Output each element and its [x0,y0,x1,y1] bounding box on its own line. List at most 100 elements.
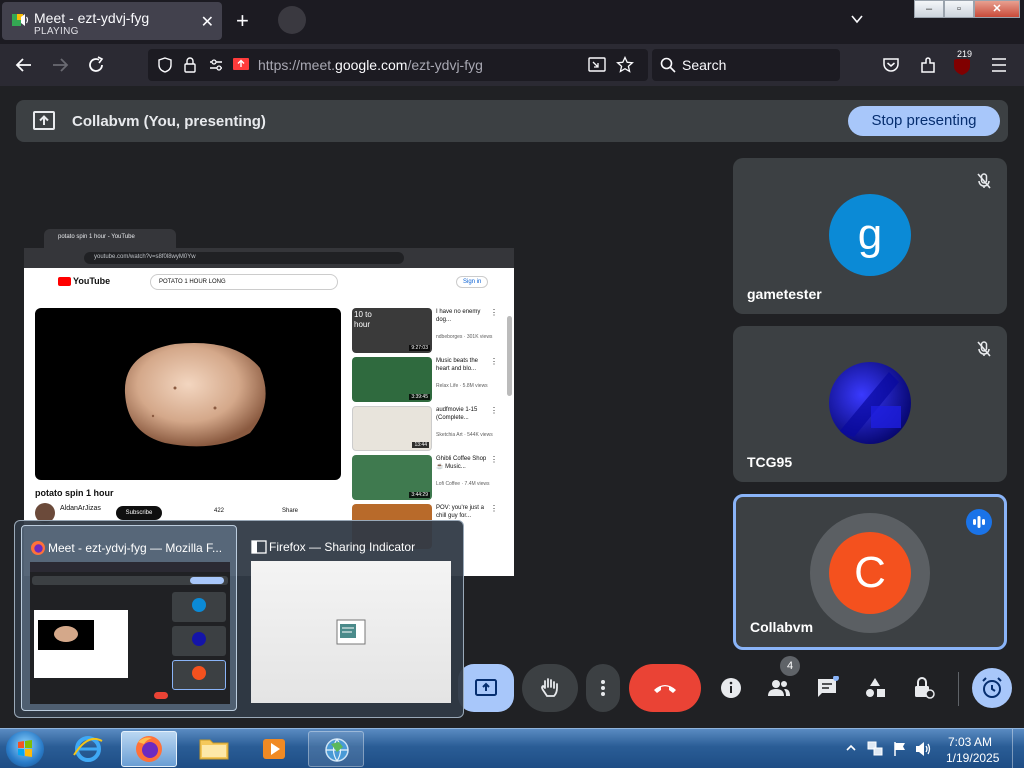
shared-url: youtube.com/watch?v=s8f0l8wyM0Yw [84,252,404,264]
action-center-flag-icon[interactable] [892,740,908,758]
recommendation-item: 3:39:45 Music beats the heart and blo...… [352,357,502,403]
clock-time[interactable]: 7:03 AM [948,735,992,749]
avatar: g [829,194,911,276]
permissions-icon[interactable] [208,57,226,73]
start-button[interactable] [6,731,44,767]
screen-share-icon[interactable] [232,57,250,73]
stop-presenting-button[interactable]: Stop presenting [848,106,1000,136]
end-call-icon [654,685,676,693]
volume-icon[interactable] [914,740,932,758]
windows-logo-icon [18,740,32,757]
pocket-icon[interactable] [882,56,900,74]
present-icon [475,679,497,696]
avatar-image [839,372,901,437]
media-player-icon [263,739,285,759]
shared-tab-bar: potato spin 1 hour - YouTube [24,226,514,248]
folder-icon [199,739,229,760]
present-now-button[interactable] [458,664,514,712]
close-window-button[interactable]: ✕ [974,0,1020,18]
tab-close-icon[interactable]: ✕ [201,12,214,32]
show-hidden-icons-icon[interactable] [846,743,856,753]
participant-tile-gametester[interactable]: g gametester [733,158,1007,314]
firefox-icon [31,541,45,555]
picture-in-picture-icon[interactable] [588,57,606,73]
forward-arrow-icon[interactable] [50,55,70,75]
host-controls-lock-icon[interactable] [911,676,935,700]
mic-off-icon [977,173,991,189]
browser-tab-bar: Meet - ezt-ydvj-fyg PLAYING ✕ + – ▫ ✕ [0,0,1024,44]
taskbar-thumbnail-popup: Meet - ezt-ydvj-fyg — Mozilla F... Firef… [14,520,464,718]
hand-icon [541,678,558,697]
subscribe-button: Subscribe [116,506,162,520]
taskbar-network-app[interactable] [308,731,364,767]
rec-thumbnail: 10 to hour 9:27:03 [352,308,432,353]
info-icon[interactable] [719,676,743,700]
shared-scrollbar [507,316,512,396]
recommendation-item: 3:44:29 Ghibli Coffee Shop ☕ Music... Lo… [352,455,502,501]
youtube-signin-button: Sign in [456,276,489,288]
potato-image [124,343,266,447]
bookmark-star-icon[interactable] [616,56,634,74]
meet-window-preview [30,562,230,704]
taskbar-firefox[interactable] [121,731,177,767]
clock-date[interactable]: 1/19/2025 [946,751,999,765]
present-screen-icon [33,111,55,130]
reload-icon[interactable] [86,55,106,75]
address-bar[interactable]: https://meet.google.com/ezt-ydvj-fyg [148,49,648,81]
maximize-button[interactable]: ▫ [944,0,974,18]
taskbar-explorer[interactable] [186,731,242,767]
window-thumbnail-meet[interactable]: Meet - ezt-ydvj-fyg — Mozilla F... [21,525,237,711]
menu-icon[interactable] [990,57,1008,73]
network-icon[interactable] [866,740,884,758]
people-icon[interactable] [767,676,791,700]
avatar: C [829,532,911,614]
video-title: potato spin 1 hour [35,488,114,498]
leave-call-button[interactable] [629,664,701,712]
rec-thumbnail: 3:39:45 [352,357,432,402]
activities-icon[interactable] [863,676,887,700]
raise-hand-button[interactable] [522,664,578,712]
chat-icon[interactable] [815,676,839,700]
alarm-clock-icon [982,677,1002,698]
taskbar-internet-explorer[interactable] [60,731,116,767]
show-desktop-button[interactable] [1012,729,1024,768]
window-title: Meet - ezt-ydvj-fyg — Mozilla F... [48,541,223,555]
participant-name: gametester [747,286,822,302]
internet-explorer-icon [73,736,103,762]
shield-icon[interactable] [156,56,174,74]
lock-icon[interactable] [182,56,198,74]
more-options-button[interactable] [586,664,620,712]
window-controls: – ▫ ✕ [914,0,1020,20]
globe-icon [325,738,349,762]
participant-name: Collabvm [750,619,814,635]
timer-button[interactable] [972,668,1012,708]
extension-badge: 219 [955,49,975,59]
browser-nav-bar: https://meet.google.com/ezt-ydvj-fyg Sea… [0,44,1024,86]
taskbar-media-player[interactable] [246,731,302,767]
share-button: Share [282,508,299,514]
presenting-text: Collabvm (You, presenting) [72,113,266,130]
recommendation-item: 13:44 audfmovie 1-15 (Complete... Sketch… [352,406,502,452]
firefox-icon [136,736,162,762]
speaker-icon[interactable] [12,12,30,28]
tab-placeholder-icon [278,6,306,34]
chevron-down-icon[interactable] [850,12,864,26]
ublock-icon[interactable] [952,56,972,76]
channel-name: AldanArJizas [60,505,101,512]
back-arrow-icon[interactable] [14,55,34,75]
participant-tile-tcg95[interactable]: TCG95 [733,326,1007,482]
sharing-indicator-icon [336,619,366,645]
tab-meet[interactable]: Meet - ezt-ydvj-fyg PLAYING ✕ [2,2,222,40]
url-text: https://meet.google.com/ezt-ydvj-fyg [258,57,483,73]
extensions-icon[interactable] [918,55,938,75]
new-tab-button[interactable]: + [236,8,249,34]
window-thumbnail-sharing-indicator[interactable]: Firefox — Sharing Indicator [243,525,459,711]
recommendation-item: 10 to hour 9:27:03 I have no enemy dog..… [352,308,498,353]
youtube-search-input: POTATO 1 HOUR LONG [150,274,338,290]
search-bar[interactable]: Search [652,49,840,81]
shared-address-bar: youtube.com/watch?v=s8f0l8wyM0Yw [24,248,514,268]
participant-tile-collabvm[interactable]: C Collabvm [733,494,1007,650]
tab-playing-status: PLAYING [34,26,79,37]
minimize-button[interactable]: – [914,0,944,18]
presenting-banner: Collabvm (You, presenting) Stop presenti… [16,100,1008,142]
